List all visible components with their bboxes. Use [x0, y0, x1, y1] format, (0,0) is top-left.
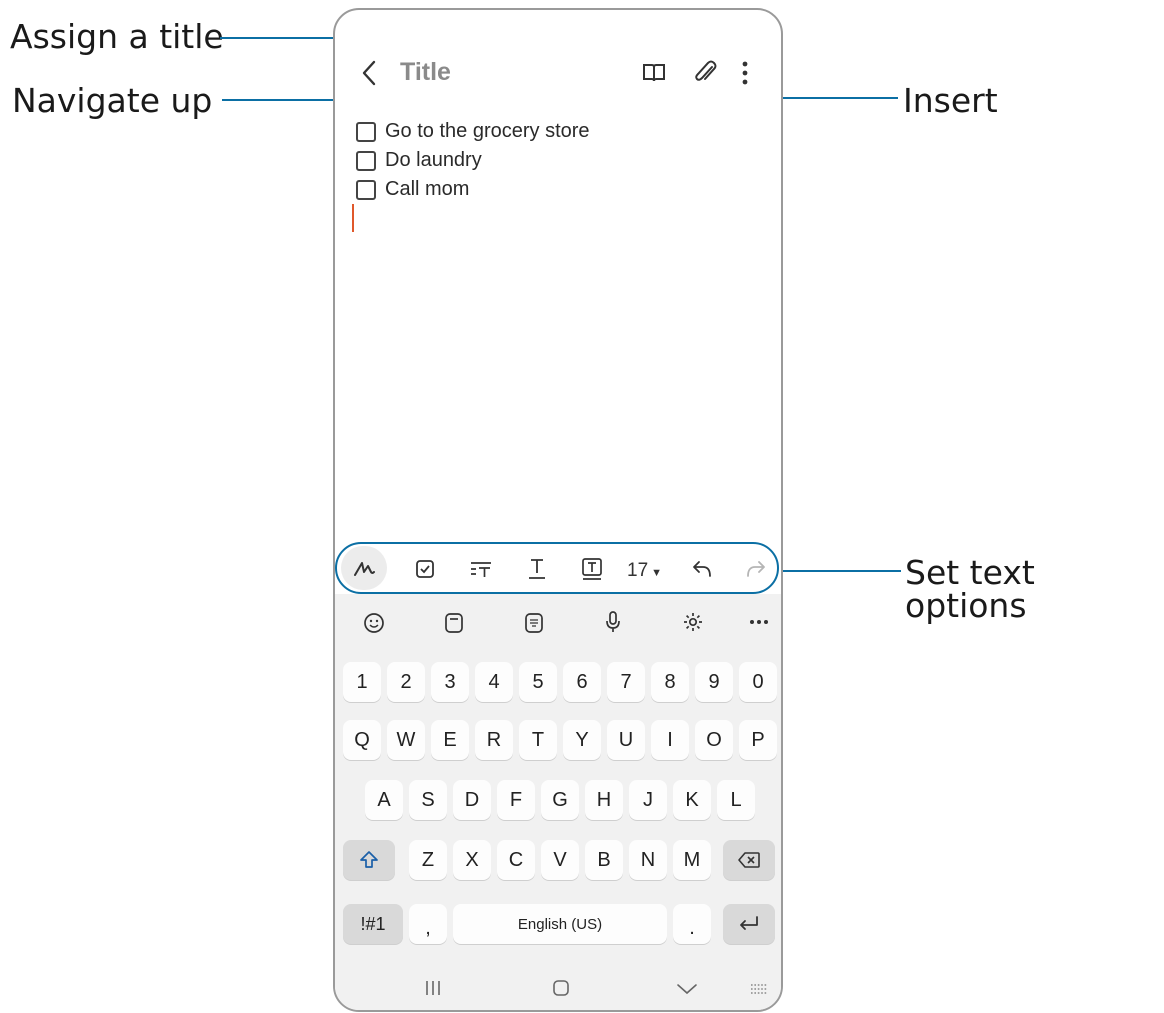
- key-d[interactable]: D: [453, 780, 491, 820]
- key-u[interactable]: U: [607, 720, 645, 760]
- symbols-key[interactable]: !#1: [343, 904, 403, 944]
- key-4[interactable]: 4: [475, 662, 513, 702]
- redo-icon[interactable]: [745, 559, 767, 579]
- text-cursor: [352, 204, 354, 232]
- key-1[interactable]: 1: [343, 662, 381, 702]
- key-h[interactable]: H: [585, 780, 623, 820]
- checkbox-icon[interactable]: [415, 559, 435, 579]
- key-3[interactable]: 3: [431, 662, 469, 702]
- key-j[interactable]: J: [629, 780, 667, 820]
- space-bar[interactable]: English (US): [453, 904, 667, 944]
- key-r[interactable]: R: [475, 720, 513, 760]
- clipboard-icon[interactable]: [444, 612, 464, 634]
- emoji-icon[interactable]: [363, 612, 385, 634]
- callout-line-text-options: [783, 570, 901, 572]
- key-k[interactable]: K: [673, 780, 711, 820]
- keyboard-switch-icon[interactable]: [749, 982, 769, 996]
- font-size-dropdown[interactable]: 17 ▼: [627, 560, 662, 582]
- callout-navigate-up: Navigate up: [12, 81, 213, 120]
- undo-icon[interactable]: [691, 559, 713, 579]
- key-w[interactable]: W: [387, 720, 425, 760]
- enter-key[interactable]: [723, 904, 775, 944]
- more-options-icon[interactable]: [741, 60, 749, 86]
- hide-keyboard-chevron-icon[interactable]: [676, 983, 698, 995]
- key-t[interactable]: T: [519, 720, 557, 760]
- callout-assign-title: Assign a title: [10, 17, 224, 56]
- checklist-text: Do laundry: [385, 149, 482, 171]
- handwriting-icon[interactable]: [353, 558, 375, 578]
- key-v[interactable]: V: [541, 840, 579, 880]
- sticker-icon[interactable]: [524, 612, 544, 634]
- shift-arrow-icon: [360, 851, 378, 868]
- microphone-icon[interactable]: [603, 610, 623, 634]
- key-l[interactable]: L: [717, 780, 755, 820]
- key-m[interactable]: M: [673, 840, 711, 880]
- key-9[interactable]: 9: [695, 662, 733, 702]
- key-p[interactable]: P: [739, 720, 777, 760]
- attach-paperclip-icon[interactable]: [693, 59, 719, 87]
- backspace-icon: [738, 852, 760, 868]
- key-e[interactable]: E: [431, 720, 469, 760]
- enter-arrow-icon: [740, 916, 758, 930]
- key-b[interactable]: B: [585, 840, 623, 880]
- shift-key[interactable]: [343, 840, 395, 880]
- key-8[interactable]: 8: [651, 662, 689, 702]
- key-z[interactable]: Z: [409, 840, 447, 880]
- key-i[interactable]: I: [651, 720, 689, 760]
- callout-insert: Insert: [903, 81, 998, 120]
- key-0[interactable]: 0: [739, 662, 777, 702]
- comma-key[interactable]: ,: [409, 904, 447, 944]
- keyboard: 1 2 3 4 5 6 7 8 9 0 Q W E R T Y U I O P …: [335, 594, 781, 1010]
- reading-mode-book-icon[interactable]: [641, 62, 667, 84]
- text-style-icon[interactable]: [527, 557, 547, 581]
- home-icon[interactable]: [552, 979, 570, 997]
- phone-frame: Title Go to the grocery store Do laundry…: [333, 8, 783, 1012]
- key-o[interactable]: O: [695, 720, 733, 760]
- checkbox-icon[interactable]: [356, 179, 376, 200]
- key-f[interactable]: F: [497, 780, 535, 820]
- key-g[interactable]: G: [541, 780, 579, 820]
- key-7[interactable]: 7: [607, 662, 645, 702]
- dropdown-arrow-icon: ▼: [651, 567, 663, 579]
- key-2[interactable]: 2: [387, 662, 425, 702]
- key-x[interactable]: X: [453, 840, 491, 880]
- checklist-text: Call mom: [385, 178, 470, 200]
- checklist-item[interactable]: Call mom: [356, 178, 469, 201]
- key-y[interactable]: Y: [563, 720, 601, 760]
- callout-text-options: Set text options: [905, 553, 1035, 625]
- key-s[interactable]: S: [409, 780, 447, 820]
- recent-apps-icon[interactable]: [423, 980, 443, 996]
- key-c[interactable]: C: [497, 840, 535, 880]
- text-box-icon[interactable]: [581, 557, 603, 581]
- font-size-value: 17: [627, 560, 649, 581]
- settings-icon[interactable]: [682, 611, 704, 633]
- period-key[interactable]: .: [673, 904, 711, 944]
- key-6[interactable]: 6: [563, 662, 601, 702]
- key-n[interactable]: N: [629, 840, 667, 880]
- checklist-text: Go to the grocery store: [385, 120, 590, 142]
- checkbox-icon[interactable]: [356, 121, 376, 142]
- backspace-key[interactable]: [723, 840, 775, 880]
- back-chevron-icon[interactable]: [361, 60, 377, 86]
- key-5[interactable]: 5: [519, 662, 557, 702]
- more-icon[interactable]: [749, 619, 769, 625]
- note-title-field[interactable]: Title: [400, 58, 451, 87]
- paragraph-style-icon[interactable]: [469, 559, 493, 579]
- checklist-item[interactable]: Do laundry: [356, 149, 482, 172]
- checklist-item[interactable]: Go to the grocery store: [356, 120, 590, 143]
- key-q[interactable]: Q: [343, 720, 381, 760]
- key-a[interactable]: A: [365, 780, 403, 820]
- checkbox-icon[interactable]: [356, 150, 376, 171]
